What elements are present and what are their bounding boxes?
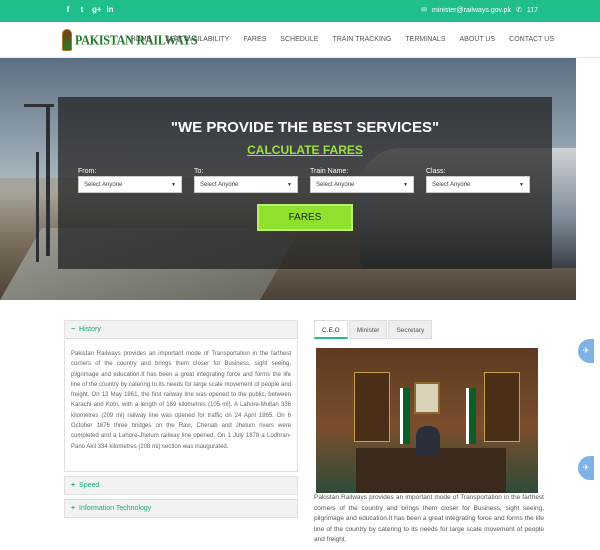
portrait-frame [414, 382, 440, 414]
flag [466, 388, 476, 444]
google-plus-icon[interactable]: g+ [92, 5, 102, 15]
hero-headline: "WE PROVIDE THE BEST SERVICES" [170, 119, 440, 136]
tab-secretary[interactable]: Secretary [388, 320, 433, 339]
leadership-tabs: C.E.O Minister Secretary [314, 320, 433, 339]
from-select[interactable]: Select Anyone ▼ [78, 176, 182, 193]
from-select-value: Select Anyone [84, 182, 123, 188]
nav-train-tracking[interactable]: TRAIN TRACKING [332, 36, 391, 43]
to-select-value: Select Anyone [200, 182, 239, 188]
flag [400, 388, 410, 444]
light-pole [36, 152, 39, 262]
nav-contact-us[interactable]: CONTACT US [509, 36, 554, 43]
class-field: Class: Select Anyone ▼ [426, 168, 530, 193]
light-pole [46, 106, 50, 256]
email-link[interactable]: minister@railways.gov.pk [432, 7, 511, 14]
phone-icon: ✆ [515, 7, 522, 14]
logo-emblem-icon [62, 29, 72, 51]
fares-button[interactable]: FARES [257, 204, 353, 231]
honour-board [354, 372, 390, 442]
chevron-down-icon: ▼ [519, 182, 524, 188]
plus-icon: + [71, 482, 76, 489]
accordion-it-header[interactable]: + Information Technology [64, 499, 298, 518]
ceo-office-photo [316, 348, 538, 493]
to-label: To: [194, 168, 204, 175]
calculate-fares-link[interactable]: CALCULATE FARES [58, 143, 552, 157]
contact-info: ✉ minister@railways.gov.pk ✆ 117 [421, 6, 538, 15]
class-label: Class: [426, 168, 446, 175]
nav-schedule[interactable]: SCHEDULE [280, 36, 318, 43]
chevron-down-icon: ▼ [287, 182, 292, 188]
nav-fares[interactable]: FARES [243, 36, 266, 43]
phone-number[interactable]: 117 [527, 7, 538, 14]
nav-seat-availability[interactable]: SEAT AVAILABILITY [165, 36, 229, 43]
hero-banner: "WE PROVIDE THE BEST SERVICES" CALCULATE… [0, 58, 576, 300]
light-pole-arm [24, 104, 54, 107]
accordion-it-title: Information Technology [79, 505, 152, 512]
side-widget-plane-icon[interactable]: ✈ [578, 339, 594, 363]
navbar: PAKISTAN RAILWAYS HOME SEAT AVAILABILITY… [0, 22, 600, 58]
class-select[interactable]: Select Anyone ▼ [426, 176, 530, 193]
accordion-history-header[interactable]: − History [64, 320, 298, 339]
chevron-down-icon: ▼ [171, 182, 176, 188]
main-menu: HOME SEAT AVAILABILITY FARES SCHEDULE TR… [116, 36, 554, 43]
train-name-field: Train Name: Select Anyone ▼ [310, 168, 414, 193]
top-bar: f t g+ in ✉ minister@railways.gov.pk ✆ 1… [0, 0, 600, 22]
honour-board [484, 372, 520, 442]
nav-home[interactable]: HOME [130, 36, 151, 43]
to-select[interactable]: Select Anyone ▼ [194, 176, 298, 193]
nav-about-us[interactable]: ABOUT US [459, 36, 495, 43]
nav-terminals[interactable]: TERMINALS [405, 36, 445, 43]
info-accordion: − History Pakistan Railways provides an … [64, 320, 298, 522]
from-label: From: [78, 168, 97, 175]
envelope-icon: ✉ [421, 7, 427, 14]
train-name-select[interactable]: Select Anyone ▼ [310, 176, 414, 193]
from-field: From: Select Anyone ▼ [78, 168, 182, 193]
linkedin-icon[interactable]: in [106, 5, 114, 15]
facebook-icon[interactable]: f [64, 5, 72, 15]
side-widget-plane-icon[interactable]: ✈ [578, 456, 594, 480]
accordion-history-body: Pakistan Railways provides an important … [64, 340, 298, 472]
tab-ceo[interactable]: C.E.O [314, 320, 348, 339]
accordion-speed-title: Speed [79, 482, 100, 489]
seated-person [416, 426, 440, 456]
accordion-history-title: History [79, 326, 101, 333]
tab-caption: Pakistan Railways provides an important … [314, 494, 544, 543]
fare-calculator-panel: "WE PROVIDE THE BEST SERVICES" CALCULATE… [58, 97, 552, 269]
plus-icon: + [71, 505, 76, 512]
social-links: f t g+ in [64, 5, 114, 15]
to-field: To: Select Anyone ▼ [194, 168, 298, 193]
minus-icon: − [71, 326, 76, 333]
train-name-select-value: Select Anyone [316, 182, 355, 188]
train-name-label: Train Name: [310, 168, 349, 175]
twitter-icon[interactable]: t [78, 5, 86, 15]
chevron-down-icon: ▼ [403, 182, 408, 188]
tab-minister[interactable]: Minister [348, 320, 388, 339]
accordion-speed-header[interactable]: + Speed [64, 476, 298, 495]
class-select-value: Select Anyone [432, 182, 471, 188]
